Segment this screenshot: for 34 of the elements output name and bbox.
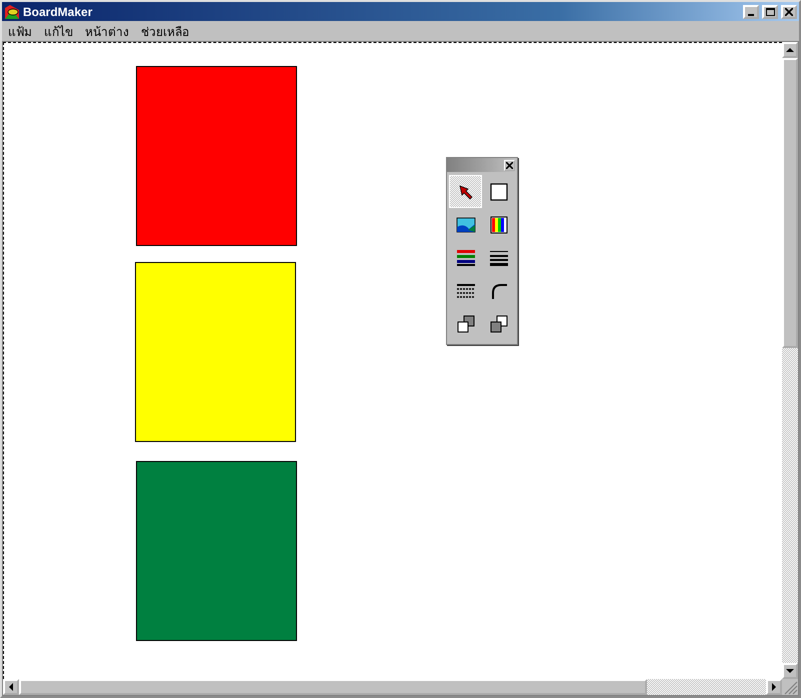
window-title: BoardMaker — [23, 4, 94, 18]
close-button[interactable] — [504, 160, 515, 170]
scrollbar-thumb[interactable] — [782, 58, 798, 348]
right-arrow-icon — [770, 683, 778, 691]
scroll-down-button[interactable] — [782, 663, 798, 679]
minimize-icon — [748, 14, 754, 16]
menu-item[interactable]: แฟ้ม — [8, 22, 32, 40]
horizontal-scrollbar[interactable] — [3, 679, 782, 695]
vertical-scrollbar[interactable] — [782, 42, 798, 679]
close-button[interactable] — [781, 4, 797, 18]
left-arrow-icon — [7, 683, 15, 691]
scroll-right-button[interactable] — [766, 679, 782, 695]
menu-item[interactable]: แก้ไข — [44, 22, 73, 40]
up-arrow-icon — [786, 46, 794, 54]
scrollbar-thumb[interactable] — [19, 679, 647, 695]
image-icon — [456, 214, 476, 234]
send-back-icon — [488, 314, 508, 334]
tool-button[interactable] — [449, 175, 482, 208]
menu-item[interactable]: หน้าต่าง — [85, 22, 129, 40]
scroll-left-button[interactable] — [3, 679, 19, 695]
colored-lines-icon — [456, 248, 476, 268]
bring-front-icon — [456, 314, 476, 334]
maximize-button[interactable] — [762, 4, 778, 18]
app-logo-icon — [4, 4, 20, 20]
down-arrow-icon — [786, 667, 794, 675]
color-bars-icon — [488, 214, 508, 234]
rectangle-icon — [488, 182, 508, 202]
scroll-up-button[interactable] — [782, 42, 798, 58]
resize-grip-icon[interactable] — [784, 681, 798, 695]
maximize-icon — [766, 8, 774, 16]
minimize-button[interactable] — [743, 4, 759, 18]
close-icon — [785, 8, 793, 16]
close-icon — [506, 162, 513, 168]
menu-item[interactable]: ช่วยเหลือ — [141, 22, 189, 40]
